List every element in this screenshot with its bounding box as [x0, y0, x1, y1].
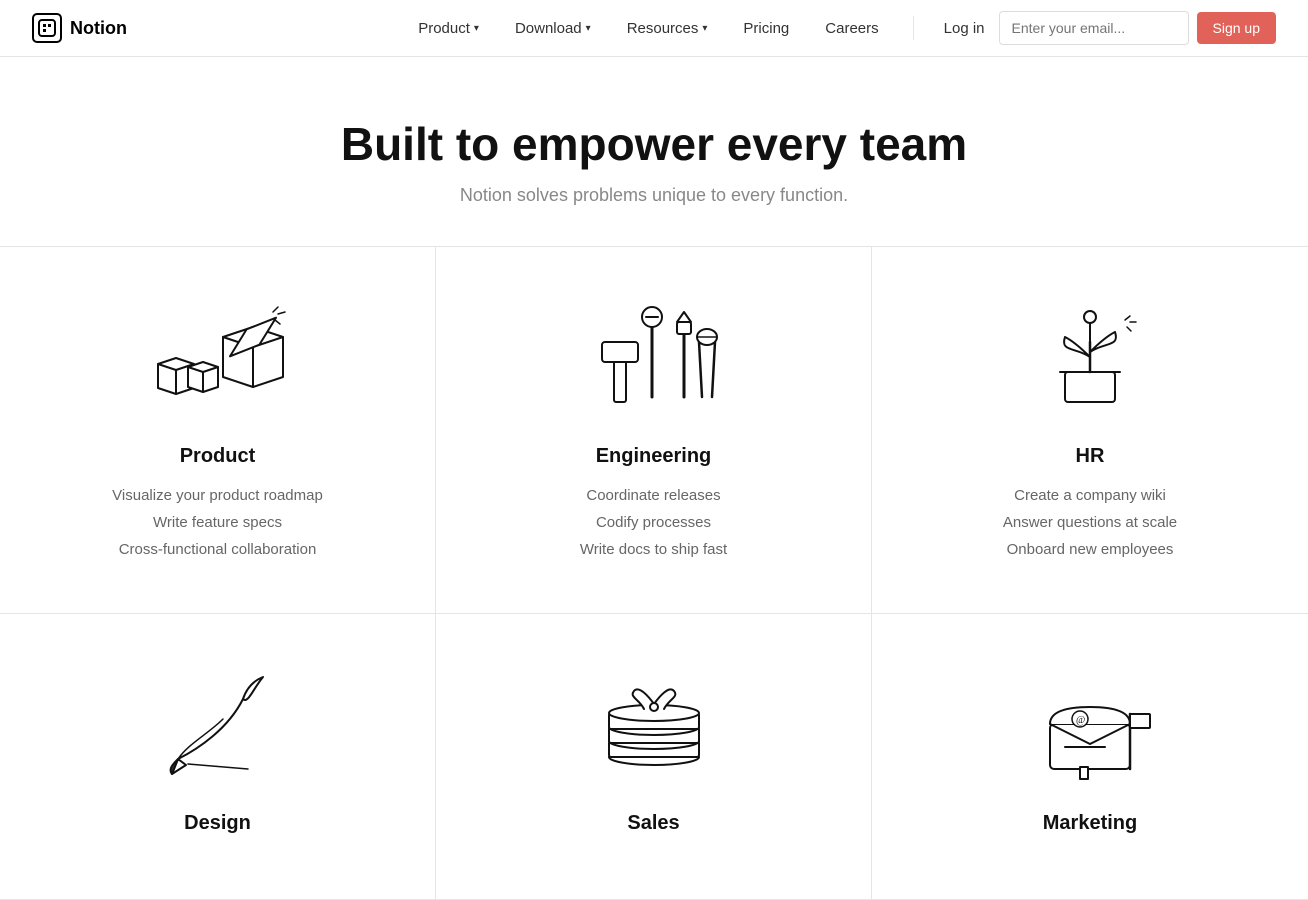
- signup-button[interactable]: Sign up: [1197, 12, 1276, 44]
- grid-cell-engineering[interactable]: Engineering Coordinate releases Codify p…: [436, 247, 872, 614]
- nav-links: Product ▾ Download ▾ Resources ▾ Pricing…: [400, 0, 896, 57]
- nav-resources[interactable]: Resources ▾: [609, 0, 726, 57]
- hero-subtitle: Notion solves problems unique to every f…: [20, 185, 1288, 206]
- product-title: Product: [180, 445, 256, 468]
- hero-section: Built to empower every team Notion solve…: [0, 57, 1308, 246]
- hr-desc: Create a company wiki Answer questions a…: [1003, 482, 1177, 563]
- email-input[interactable]: [999, 11, 1189, 45]
- engineering-title: Engineering: [596, 445, 712, 468]
- logo-link[interactable]: Notion: [32, 13, 127, 43]
- nav-careers[interactable]: Careers: [807, 0, 896, 57]
- design-title: Design: [184, 812, 251, 835]
- grid-cell-product[interactable]: Product Visualize your product roadmap W…: [0, 247, 436, 614]
- engineering-icon: [574, 297, 734, 417]
- engineering-desc: Coordinate releases Codify processes Wri…: [580, 482, 727, 563]
- grid-cell-marketing[interactable]: @ Marketing: [872, 614, 1308, 900]
- design-icon: [138, 664, 298, 784]
- logo-text: Notion: [70, 18, 127, 39]
- grid-cell-design[interactable]: Design: [0, 614, 436, 900]
- product-icon: [138, 297, 298, 417]
- sales-icon: [574, 664, 734, 784]
- nav-product[interactable]: Product ▾: [400, 0, 497, 57]
- hero-title: Built to empower every team: [20, 117, 1288, 171]
- navbar: Notion Product ▾ Download ▾ Resources ▾ …: [0, 0, 1308, 57]
- hr-icon: [1010, 297, 1170, 417]
- sales-title: Sales: [627, 812, 679, 835]
- svg-text:@: @: [1076, 715, 1085, 726]
- grid-cell-hr[interactable]: HR Create a company wiki Answer question…: [872, 247, 1308, 614]
- nav-divider: [913, 16, 914, 40]
- grid-cell-sales[interactable]: Sales: [436, 614, 872, 900]
- main-content: Built to empower every team Notion solve…: [0, 57, 1308, 900]
- nav-pricing[interactable]: Pricing: [725, 0, 807, 57]
- logo-icon: [32, 13, 62, 43]
- product-desc: Visualize your product roadmap Write fea…: [112, 482, 323, 563]
- team-grid: Product Visualize your product roadmap W…: [0, 246, 1308, 900]
- marketing-title: Marketing: [1043, 812, 1137, 835]
- chevron-down-icon: ▾: [586, 23, 591, 34]
- hr-title: HR: [1076, 445, 1105, 468]
- login-button[interactable]: Log in: [930, 0, 999, 57]
- marketing-icon: @: [1010, 664, 1170, 784]
- nav-download[interactable]: Download ▾: [497, 0, 609, 57]
- chevron-down-icon: ▾: [702, 23, 707, 34]
- chevron-down-icon: ▾: [474, 23, 479, 34]
